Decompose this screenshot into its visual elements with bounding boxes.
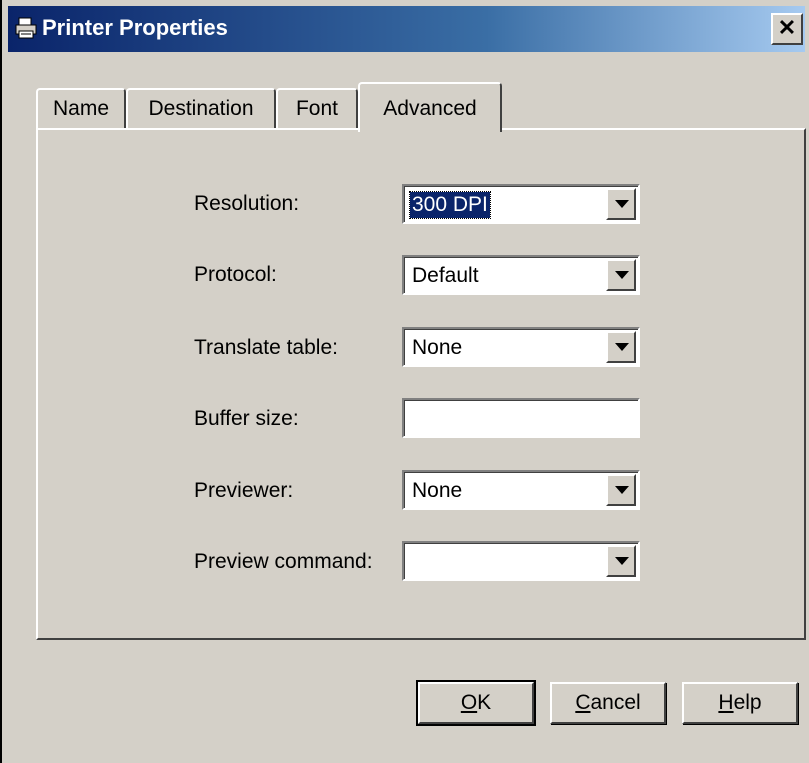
printer-icon [15, 17, 37, 39]
translate-table-select[interactable]: None [402, 327, 640, 367]
previewer-select[interactable]: None [402, 470, 640, 510]
buffer-size-label: Buffer size: [194, 407, 299, 430]
buffer-size-value [410, 406, 414, 432]
translate-table-label: Translate table: [194, 336, 338, 359]
cancel-button[interactable]: Cancel [550, 682, 666, 724]
cancel-mnemonic: C [575, 691, 591, 714]
printer-properties-window: Printer Properties Name Destination Font… [0, 0, 809, 763]
cancel-label-rest: ancel [590, 691, 641, 714]
title-bar[interactable]: Printer Properties [8, 6, 805, 52]
resolution-select[interactable]: 300 DPI [402, 184, 640, 224]
help-mnemonic: H [718, 691, 734, 714]
preview-command-label: Preview command: [194, 550, 373, 573]
help-button[interactable]: Help [682, 682, 798, 724]
tab-destination[interactable]: Destination [126, 88, 276, 128]
protocol-value: Default [412, 264, 479, 287]
ok-mnemonic: O [460, 691, 478, 714]
ok-button[interactable]: OK [416, 680, 536, 726]
resolution-value: 300 DPI [409, 191, 491, 219]
preview-command-combo[interactable] [402, 541, 640, 581]
protocol-select[interactable]: Default [402, 255, 640, 295]
chevron-down-icon[interactable] [606, 474, 636, 506]
preview-command-value [410, 549, 414, 575]
previewer-label: Previewer: [194, 479, 294, 502]
translate-table-value: None [412, 336, 463, 359]
previewer-value: None [412, 479, 463, 502]
close-icon[interactable] [771, 13, 803, 45]
chevron-down-icon[interactable] [606, 331, 636, 363]
chevron-down-icon[interactable] [606, 545, 636, 577]
window-title: Printer Properties [42, 15, 228, 40]
tab-font[interactable]: Font [276, 88, 358, 128]
tab-name[interactable]: Name [36, 88, 126, 128]
chevron-down-icon[interactable] [606, 188, 636, 220]
chevron-down-icon[interactable] [606, 259, 636, 291]
resolution-label: Resolution: [194, 192, 300, 215]
ok-label-rest: K [477, 691, 492, 714]
help-label-rest: elp [733, 691, 762, 714]
tab-advanced[interactable]: Advanced [358, 82, 502, 132]
protocol-label: Protocol: [194, 263, 277, 286]
buffer-size-input[interactable] [402, 398, 640, 438]
